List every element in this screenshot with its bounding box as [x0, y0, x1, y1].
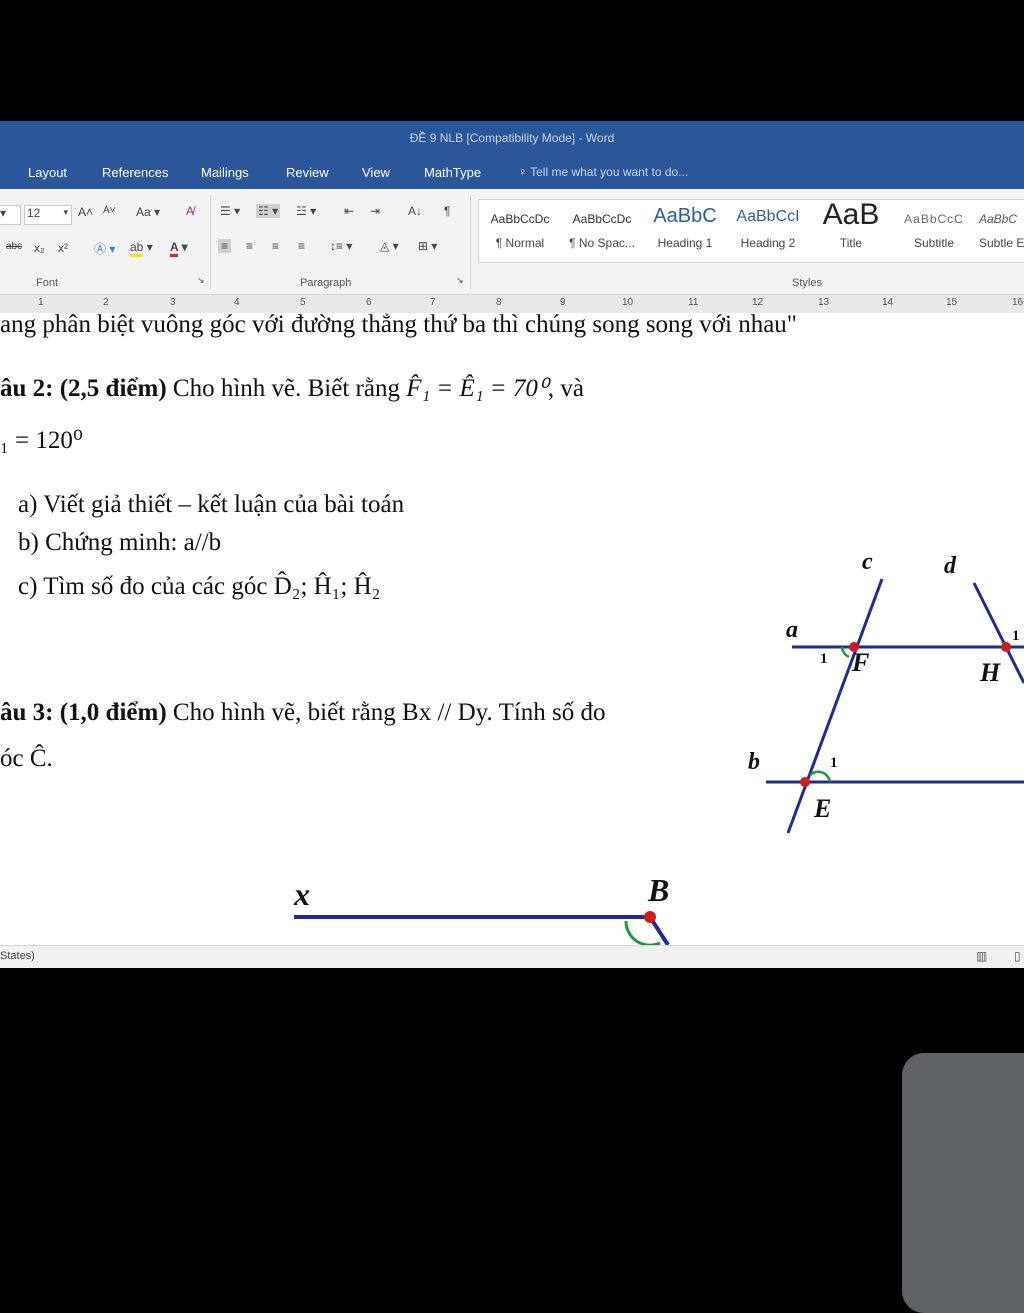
show-marks-icon[interactable]: ¶	[444, 204, 450, 218]
read-mode-icon[interactable]: ▥	[976, 949, 987, 963]
align-right-icon[interactable]: ≡	[272, 239, 279, 253]
figure-bx-line: x B	[293, 872, 670, 945]
question-2-heading: âu 2: (2,5 điểm)	[0, 375, 167, 402]
ribbon: ▾ 12 ▾ A˄ A˅ Aa ▾ A̸ abc x₂ x² Ⓐ ▾ ab ▾ A…	[0, 189, 1024, 295]
styles-gallery: AaBbCcDc ¶ Normal AaBbCcDc ¶ No Spac... …	[478, 198, 1024, 263]
font-group-label: Font	[36, 277, 59, 289]
title-bar: ĐỀ 9 NLB [Compatibility Mode] - Word	[0, 121, 1024, 159]
align-left-icon[interactable]: ≡	[218, 239, 232, 253]
overlay-panel	[902, 1053, 1024, 1313]
question-3-heading: âu 3: (1,0 điểm)	[0, 699, 167, 726]
line-c	[786, 578, 884, 834]
paragraph-group-label: Paragraph	[300, 277, 352, 289]
item-a: a) Viết giả thiết – kết luận của bài toá…	[18, 491, 405, 518]
borders-icon[interactable]: ⊞ ▾	[418, 239, 437, 253]
style-heading-1[interactable]: AaBbC Heading 1	[643, 200, 727, 262]
point-e	[800, 777, 810, 787]
increase-indent-icon[interactable]: ⇥	[370, 204, 380, 218]
angle-arc-e	[809, 770, 832, 783]
label-a: a	[786, 617, 798, 643]
figure-parallel-lines: c d a b F H E 1 1 1	[748, 549, 1024, 834]
font-dialog-launcher-icon[interactable]: ↘	[197, 275, 205, 286]
horizontal-ruler[interactable]: 1 2 3 4 5 6 7 8 9 10 11 12 13 14 15 16	[0, 295, 1024, 313]
justify-icon[interactable]: ≡	[298, 239, 305, 253]
item-c: c) Tìm số đo của các góc D̂₂; Ĥ₁; Ĥ₂	[18, 573, 381, 600]
highlight-icon[interactable]: ab ▾	[130, 240, 153, 257]
style-subtle-emphasis[interactable]: AaBbC Subtle E	[975, 200, 1024, 262]
clear-format-icon[interactable]: A̸	[186, 204, 194, 218]
style-normal[interactable]: AaBbCcDc ¶ Normal	[479, 200, 561, 262]
subscript-icon[interactable]: x₂	[34, 241, 45, 255]
point-h	[1001, 642, 1011, 652]
multilevel-list-icon[interactable]: ☳ ▾	[296, 204, 316, 218]
document-page[interactable]: ang phân biệt vuông góc với đường thẳng …	[0, 313, 1024, 945]
style-title[interactable]: AaB Title	[809, 198, 893, 262]
print-layout-icon[interactable]: ▯	[1014, 949, 1021, 963]
superscript-icon[interactable]: x²	[58, 241, 68, 255]
change-case-button[interactable]: Aa ▾	[136, 205, 160, 219]
sort-icon[interactable]: A↓	[408, 204, 422, 218]
label-d: d	[944, 553, 957, 579]
strikethrough-icon[interactable]: abc	[6, 241, 22, 252]
label-b-point: B	[647, 872, 669, 908]
font-name-box[interactable]: ▾	[0, 205, 21, 225]
tell-me-box[interactable]: ♀ Tell me what you want to do...	[518, 165, 688, 179]
window-title: ĐỀ 9 NLB [Compatibility Mode] - Word	[409, 131, 615, 145]
paragraph-dialog-launcher-icon[interactable]: ↘	[456, 275, 464, 286]
bullets-icon[interactable]: ☰ ▾	[220, 204, 240, 218]
tab-mathtype[interactable]: MathType	[424, 165, 481, 180]
style-subtitle[interactable]: AaBbCcC Subtitle	[893, 200, 975, 262]
question-2-equation: F̂₁ = Ê₁ = 70⁰	[406, 375, 548, 402]
shading-icon[interactable]: ◬ ▾	[380, 239, 399, 253]
label-x: x	[293, 876, 310, 912]
font-color-icon[interactable]: A ▾	[170, 240, 188, 257]
label-f: F	[851, 648, 869, 677]
question-2-line-2: ₁ = 120⁰	[0, 427, 83, 454]
question-2-line: âu 2: (2,5 điểm) Cho hình vẽ. Biết rằng …	[0, 375, 585, 402]
numbering-icon[interactable]: ☷ ▾	[256, 204, 281, 218]
styles-group-label: Styles	[792, 277, 822, 289]
line-spacing-icon[interactable]: ↕≡ ▾	[330, 239, 352, 253]
tab-mailings[interactable]: Mailings	[201, 165, 249, 180]
point-b	[644, 911, 656, 923]
divider	[470, 195, 471, 289]
style-no-spacing[interactable]: AaBbCcDc ¶ No Spac...	[561, 200, 643, 262]
question-3-line: âu 3: (1,0 điểm) Cho hình vẽ, biết rằng …	[0, 699, 606, 726]
status-bar: States) ▥ ▯	[0, 945, 1024, 968]
lightbulb-icon: ♀	[518, 165, 531, 179]
tab-references[interactable]: References	[102, 165, 168, 180]
label-c: c	[862, 549, 873, 575]
grow-font-icon[interactable]: A˄	[78, 205, 93, 219]
tab-view[interactable]: View	[362, 165, 390, 180]
tab-layout[interactable]: Layout	[28, 165, 67, 180]
label-b: b	[748, 749, 760, 775]
word-window: ĐỀ 9 NLB [Compatibility Mode] - Word Lay…	[0, 121, 1024, 968]
shrink-font-icon[interactable]: A˅	[103, 205, 116, 216]
text-effects-icon[interactable]: Ⓐ ▾	[94, 240, 115, 257]
label-e: E	[813, 794, 831, 823]
status-language[interactable]: States)	[0, 950, 35, 962]
item-b: b) Chứng minh: a//b	[18, 529, 222, 556]
tab-review[interactable]: Review	[286, 165, 329, 180]
label-angle-h-1: 1	[1012, 628, 1020, 644]
ribbon-tabs: Layout References Mailings Review View M…	[0, 159, 1024, 189]
question-3-line-2: óc Ĉ.	[0, 745, 53, 772]
align-center-icon[interactable]: ≡	[246, 239, 253, 253]
label-angle-e-1: 1	[830, 755, 838, 771]
decrease-indent-icon[interactable]: ⇤	[344, 204, 354, 218]
style-heading-2[interactable]: AaBbCcI Heading 2	[727, 200, 809, 262]
label-h: H	[979, 658, 1001, 687]
label-angle-f-1: 1	[820, 651, 828, 667]
divider	[210, 195, 211, 289]
font-size-box[interactable]: 12 ▾	[24, 205, 72, 225]
doc-line-previous: ang phân biệt vuông góc với đường thẳng …	[0, 313, 798, 338]
